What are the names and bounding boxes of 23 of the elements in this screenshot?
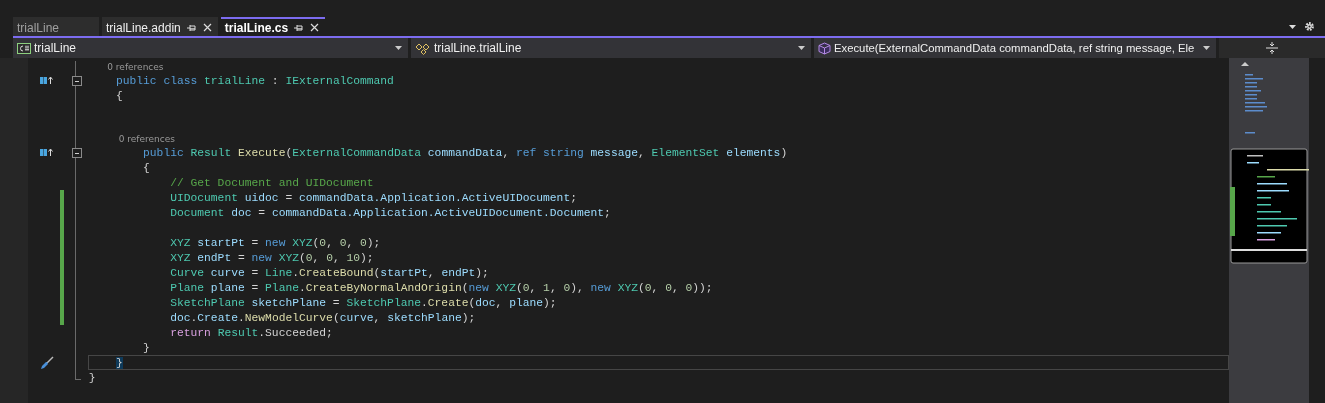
code-line: Plane plane = Plane.CreateByNormalAndOrigin(new XYZ(0, 1, 0), new XYZ(0, 0, 0));	[169, 281, 713, 294]
code-line: SketchPlane sketchPlane = SketchPlane.Create(doc, plane);	[169, 296, 557, 309]
code-line: }	[88, 371, 96, 384]
code-line: Curve curve = Line.CreateBound(startPt, endPt);	[169, 266, 489, 279]
code-line: public Result Execute(ExternalCommandData commandData, ref string message, ElementSet elements)	[142, 146, 788, 159]
references-count[interactable]: 0 references	[95, 62, 164, 72]
code-line: XYZ endPt = new XYZ(0, 0, 10);	[169, 251, 374, 264]
code-line: public class trialLine : IExternalCommand	[114, 74, 394, 87]
editor-tab[interactable]: trialLine	[13, 17, 99, 36]
code-line: {	[114, 89, 123, 102]
type-dropdown[interactable]: trialLine.trialLine	[411, 38, 811, 58]
code-line: Document doc = commandData.Application.ActiveUIDocument.Document;	[169, 206, 611, 219]
code-line: // Get Document and UIDocument	[169, 176, 374, 189]
project-dropdown[interactable]: trialLine	[13, 38, 408, 58]
member-dropdown[interactable]: Execute(ExternalCommandData commandData, ref string message, Ele	[814, 38, 1216, 58]
code-line: return Result.Succeeded;	[169, 326, 333, 339]
code-line: doc.Create.NewModelCurve(curve, sketchPlane);	[169, 311, 476, 324]
references-count[interactable]: 0 references	[95, 134, 175, 144]
code-line: {	[142, 161, 150, 174]
code-line: UIDocument uidoc = commandData.Application.ActiveUIDocument;	[169, 191, 577, 204]
editor-tab[interactable]: trialLine.addin	[102, 17, 218, 36]
code-line: XYZ startPt = new XYZ(0, 0, 0);	[169, 236, 381, 249]
code-line: }	[142, 341, 150, 354]
